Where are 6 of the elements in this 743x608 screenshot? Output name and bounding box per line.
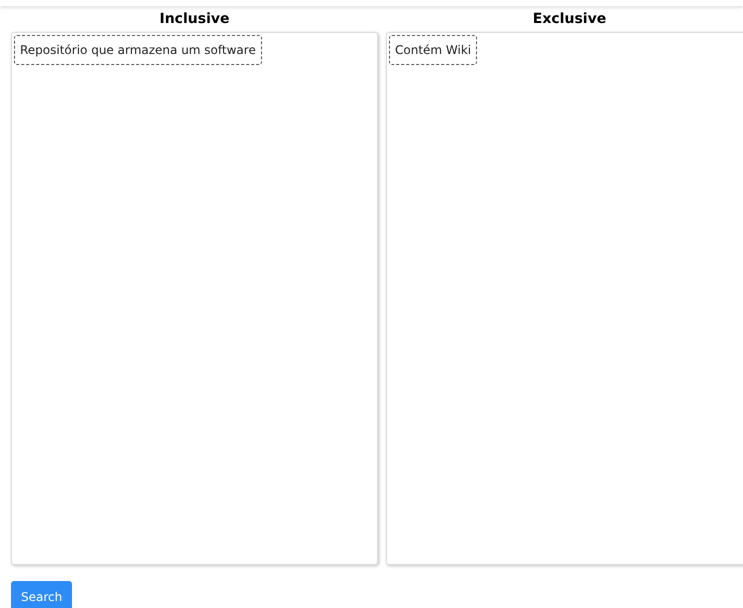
drop-zone[interactable]: Contém Wiki [386, 32, 743, 565]
tag-chip[interactable]: Repositório que armazena um software [14, 35, 262, 65]
column-heading: Exclusive [532, 10, 606, 28]
tag-chip[interactable]: Contém Wiki [389, 35, 478, 65]
column-heading: Inclusive [160, 10, 230, 28]
drop-zone[interactable]: Repositório que armazena um software [11, 32, 378, 565]
